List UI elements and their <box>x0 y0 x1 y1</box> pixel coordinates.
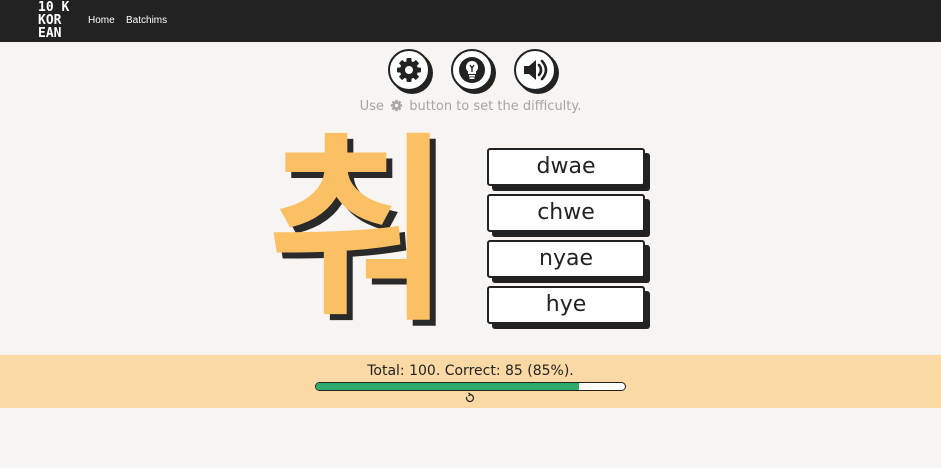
navbar: 10 K KOR EAN Home Batchims <box>0 0 941 42</box>
nav-home-link[interactable]: Home <box>88 15 115 26</box>
sound-button[interactable] <box>514 49 556 91</box>
lightbulb-icon <box>459 57 485 83</box>
hint-text-after: button to set the difficulty. <box>409 99 582 114</box>
quiz-character-glyph: 춰 <box>268 116 453 349</box>
answer-button-nyae[interactable]: nyae <box>487 240 645 278</box>
progress-bar <box>315 382 626 391</box>
stats-text: Total: 100. Correct: 85 (85%). <box>367 363 574 379</box>
progress-fill <box>316 383 579 390</box>
hint-button[interactable] <box>451 49 493 91</box>
logo[interactable]: 10 K KOR EAN <box>38 1 69 40</box>
quiz-character: 춰 춰 <box>268 116 468 349</box>
gear-icon <box>390 99 403 112</box>
speaker-icon <box>524 59 548 81</box>
answer-button-hye[interactable]: hye <box>487 286 645 324</box>
gear-icon <box>397 58 421 82</box>
answer-button-chwe[interactable]: chwe <box>487 194 645 232</box>
answer-button-dwae[interactable]: dwae <box>487 148 645 186</box>
settings-button[interactable] <box>388 49 430 91</box>
nav-batchims-link[interactable]: Batchims <box>126 15 167 26</box>
hint-text-before: Use <box>359 99 384 114</box>
difficulty-hint: Use button to set the difficulty. <box>0 99 941 114</box>
reset-icon[interactable] <box>464 392 476 404</box>
logo-line-3: EAN <box>38 26 62 41</box>
